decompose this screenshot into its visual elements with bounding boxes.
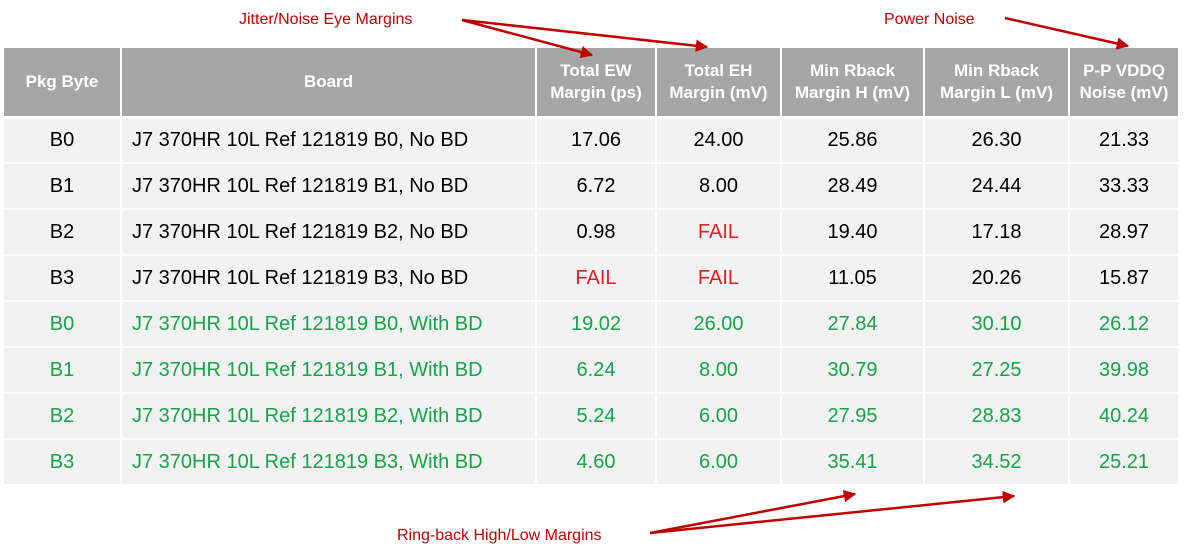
arrow-to-rback-l [649, 490, 1016, 535]
total-ew-cell: FAIL [535, 254, 657, 302]
annotation-ringback: Ring-back High/Low Margins [397, 527, 602, 544]
rback-h-cell: 25.86 [780, 116, 925, 164]
total-eh-cell: 8.00 [655, 162, 782, 210]
header-pkg-byte: Pkg Byte [2, 46, 122, 118]
header-line: Margin (mV) [669, 83, 768, 102]
header-board: Board [120, 46, 537, 118]
rback-l-cell: 27.25 [923, 346, 1070, 394]
total-ew-cell: 5.24 [535, 392, 657, 440]
total-eh-cell: FAIL [655, 254, 782, 302]
total-ew-cell: 6.72 [535, 162, 657, 210]
total-eh-cell: 8.00 [655, 346, 782, 394]
total-eh-cell: FAIL [655, 208, 782, 256]
board-cell: J7 370HR 10L Ref 121819 B1, With BD [120, 346, 537, 394]
vddq-noise-cell: 28.97 [1068, 208, 1180, 256]
header-total-eh-margin: Total EH Margin (mV) [655, 46, 782, 118]
annotation-power-noise: Power Noise [884, 11, 975, 28]
arrow-to-rback-h [649, 489, 857, 535]
vddq-noise-cell: 15.87 [1068, 254, 1180, 302]
pkg-byte-cell: B0 [2, 300, 122, 348]
board-cell: J7 370HR 10L Ref 121819 B3, No BD [120, 254, 537, 302]
header-line: Margin L (mV) [939, 83, 1054, 102]
rback-l-cell: 20.26 [923, 254, 1070, 302]
table-body: B0 J7 370HR 10L Ref 121819 B0, No BD 17.06… [2, 116, 1180, 486]
annotation-jitter-noise: Jitter/Noise Eye Margins [239, 11, 413, 28]
table-row: B0 J7 370HR 10L Ref 121819 B0, No BD 17.06… [2, 116, 1180, 164]
rback-h-cell: 19.40 [780, 208, 925, 256]
rback-h-cell: 35.41 [780, 438, 925, 486]
header-line: P-P VDDQ [1083, 61, 1165, 80]
board-cell: J7 370HR 10L Ref 121819 B2, No BD [120, 208, 537, 256]
vddq-noise-cell: 39.98 [1068, 346, 1180, 394]
rback-l-cell: 28.83 [923, 392, 1070, 440]
pkg-byte-cell: B2 [2, 392, 122, 440]
rback-h-cell: 30.79 [780, 346, 925, 394]
vddq-noise-cell: 21.33 [1068, 116, 1180, 164]
header-min-rback-margin-h: Min Rback Margin H (mV) [780, 46, 925, 118]
rback-l-cell: 26.30 [923, 116, 1070, 164]
pkg-byte-cell: B1 [2, 346, 122, 394]
board-cell: J7 370HR 10L Ref 121819 B0, No BD [120, 116, 537, 164]
pkg-byte-cell: B0 [2, 116, 122, 164]
pkg-byte-cell: B3 [2, 438, 122, 486]
rback-l-cell: 30.10 [923, 300, 1070, 348]
header-line: Min Rback [809, 61, 896, 80]
total-eh-cell: 6.00 [655, 438, 782, 486]
table-row: B1 J7 370HR 10L Ref 121819 B1, No BD 6.72 8… [2, 162, 1180, 210]
total-ew-cell: 0.98 [535, 208, 657, 256]
header-line: Min Rback [953, 61, 1040, 80]
rback-l-cell: 34.52 [923, 438, 1070, 486]
rback-l-cell: 24.44 [923, 162, 1070, 210]
rback-h-cell: 28.49 [780, 162, 925, 210]
rback-h-cell: 27.84 [780, 300, 925, 348]
total-ew-cell: 17.06 [535, 116, 657, 164]
total-ew-cell: 6.24 [535, 346, 657, 394]
header-line: Board [303, 72, 354, 91]
header-line: Total EH [684, 61, 753, 80]
total-ew-cell: 4.60 [535, 438, 657, 486]
rback-h-cell: 27.95 [780, 392, 925, 440]
header-line: Margin (ps) [550, 83, 642, 102]
total-eh-cell: 24.00 [655, 116, 782, 164]
total-eh-cell: 26.00 [655, 300, 782, 348]
vddq-noise-cell: 25.21 [1068, 438, 1180, 486]
arrow-to-vddq-noise [1004, 16, 1130, 50]
total-ew-cell: 19.02 [535, 300, 657, 348]
pkg-byte-cell: B1 [2, 162, 122, 210]
header-line: Noise (mV) [1079, 83, 1169, 102]
header-pp-vddq-noise: P-P VDDQ Noise (mV) [1068, 46, 1180, 118]
table-row: B2 J7 370HR 10L Ref 121819 B2, With BD 5.2… [2, 392, 1180, 440]
header-line: Margin H (mV) [794, 83, 911, 102]
table-row: B1 J7 370HR 10L Ref 121819 B1, With BD 6.2… [2, 346, 1180, 394]
vddq-noise-cell: 40.24 [1068, 392, 1180, 440]
vddq-noise-cell: 26.12 [1068, 300, 1180, 348]
header-row: Pkg Byte Board Total EW Margin (ps) Total EH… [2, 46, 1180, 118]
board-cell: J7 370HR 10L Ref 121819 B0, With BD [120, 300, 537, 348]
arrow-to-total-eh [461, 18, 709, 52]
board-cell: J7 370HR 10L Ref 121819 B2, With BD [120, 392, 537, 440]
pkg-byte-cell: B2 [2, 208, 122, 256]
table-row: B3 J7 370HR 10L Ref 121819 B3, No BD FAIL F… [2, 254, 1180, 302]
margin-table: Pkg Byte Board Total EW Margin (ps) Total EH… [2, 46, 1180, 486]
table-row: B0 J7 370HR 10L Ref 121819 B0, With BD 19.… [2, 300, 1180, 348]
rback-h-cell: 11.05 [780, 254, 925, 302]
pkg-byte-cell: B3 [2, 254, 122, 302]
header-line: Pkg Byte [25, 72, 99, 91]
header-min-rback-margin-l: Min Rback Margin L (mV) [923, 46, 1070, 118]
vddq-noise-cell: 33.33 [1068, 162, 1180, 210]
header-line: Total EW [560, 61, 632, 80]
table-row: B3 J7 370HR 10L Ref 121819 B3, With BD 4.6… [2, 438, 1180, 486]
board-cell: J7 370HR 10L Ref 121819 B3, With BD [120, 438, 537, 486]
header-total-ew-margin: Total EW Margin (ps) [535, 46, 657, 118]
rback-l-cell: 17.18 [923, 208, 1070, 256]
table-row: B2 J7 370HR 10L Ref 121819 B2, No BD 0.98 F… [2, 208, 1180, 256]
board-cell: J7 370HR 10L Ref 121819 B1, No BD [120, 162, 537, 210]
total-eh-cell: 6.00 [655, 392, 782, 440]
